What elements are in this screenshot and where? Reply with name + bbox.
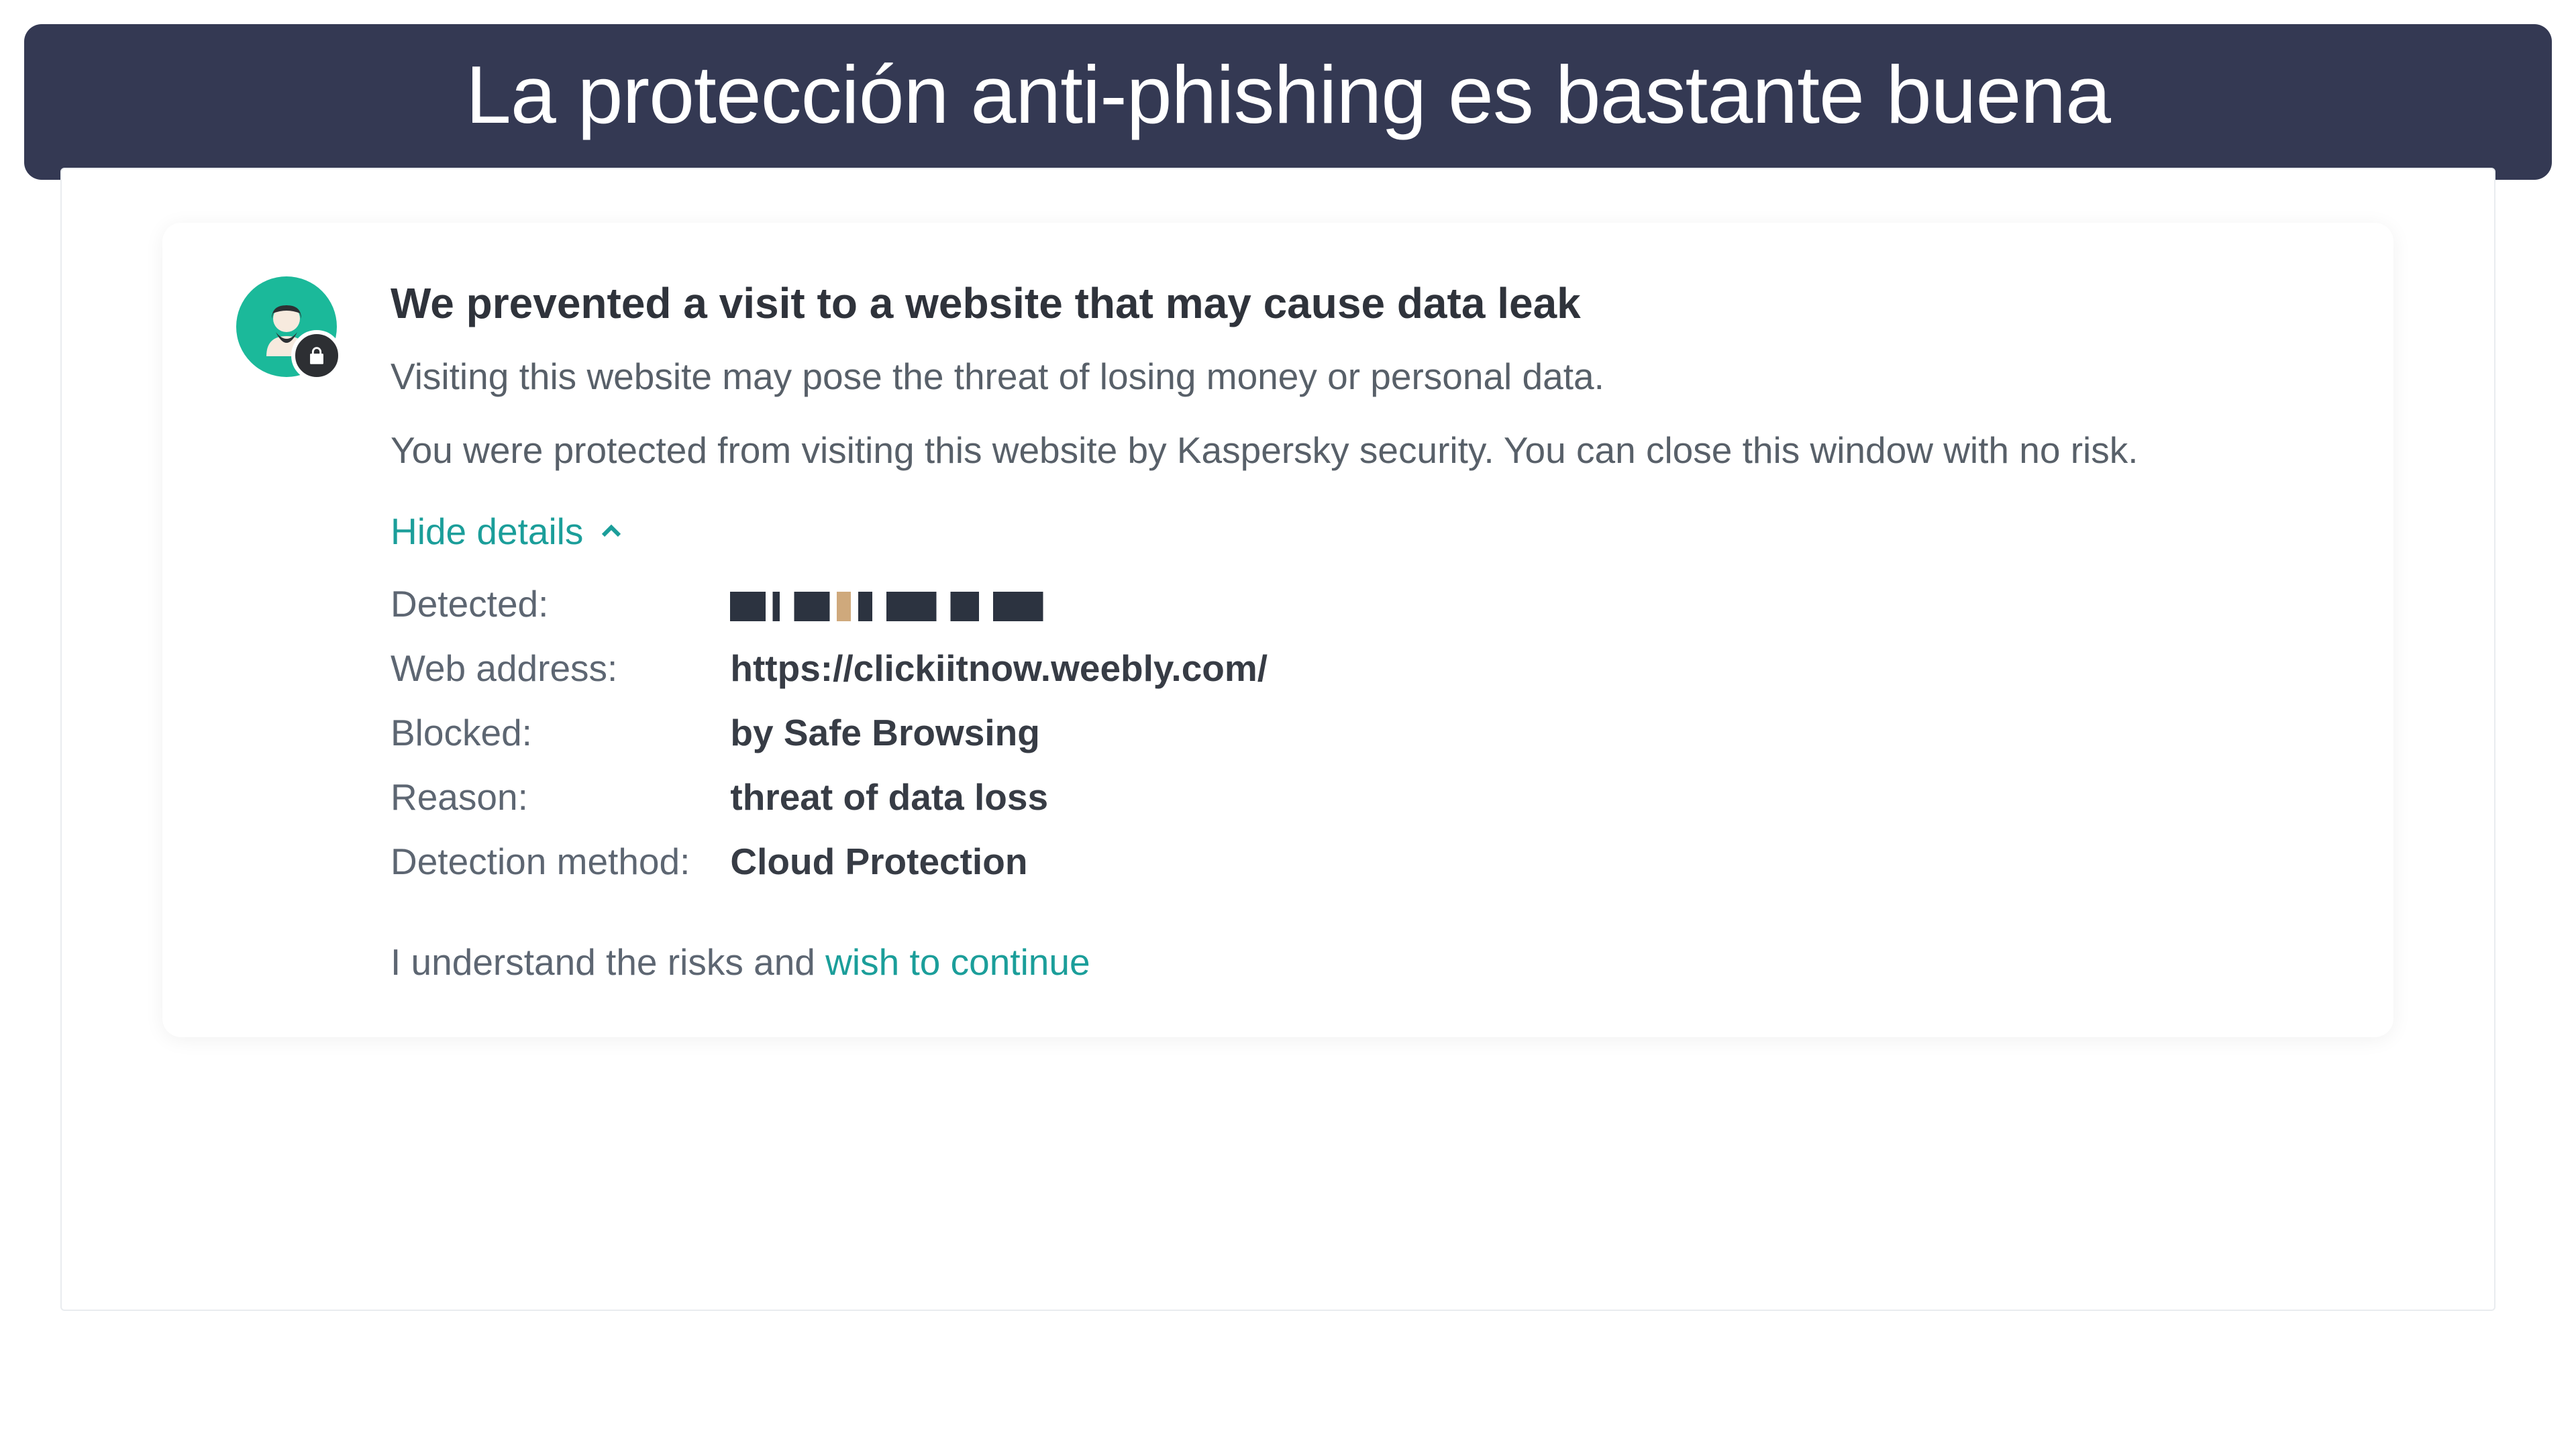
avatar-wrap bbox=[236, 276, 337, 377]
label-method: Detection method: bbox=[391, 829, 730, 894]
detail-row-blocked: Blocked: by Safe Browsing bbox=[391, 700, 1268, 765]
risks-prefix: I understand the risks and bbox=[391, 941, 825, 983]
detail-row-web-address: Web address: https://clickiitnow.weebly.… bbox=[391, 636, 1268, 700]
value-detected bbox=[730, 572, 1268, 636]
notification-panel-outline: We prevented a visit to a website that m… bbox=[60, 168, 2495, 1311]
lock-badge bbox=[291, 330, 342, 381]
redacted-value bbox=[730, 592, 1086, 621]
banner-title: La protección anti-phishing es bastante … bbox=[51, 50, 2525, 140]
chevron-up-icon bbox=[599, 519, 623, 543]
lock-icon bbox=[305, 344, 328, 367]
value-reason: threat of data loss bbox=[730, 765, 1268, 829]
notification-subtitle-2: You were protected from visiting this we… bbox=[391, 424, 2320, 478]
value-method: Cloud Protection bbox=[730, 829, 1268, 894]
detail-row-detected: Detected: bbox=[391, 572, 1268, 636]
details-table: Detected: Web address: https://clickiitn… bbox=[391, 572, 1268, 894]
notification-content: We prevented a visit to a website that m… bbox=[391, 276, 2320, 984]
label-blocked: Blocked: bbox=[391, 700, 730, 765]
label-reason: Reason: bbox=[391, 765, 730, 829]
notification-title: We prevented a visit to a website that m… bbox=[391, 276, 2320, 330]
value-blocked: by Safe Browsing bbox=[730, 700, 1268, 765]
risks-statement: I understand the risks and wish to conti… bbox=[391, 941, 2320, 984]
block-notification-card: We prevented a visit to a website that m… bbox=[162, 223, 2393, 1037]
page-banner: La protección anti-phishing es bastante … bbox=[24, 24, 2552, 180]
toggle-details-button[interactable]: Hide details bbox=[391, 510, 623, 553]
value-web-address: https://clickiitnow.weebly.com/ bbox=[730, 636, 1268, 700]
detail-row-method: Detection method: Cloud Protection bbox=[391, 829, 1268, 894]
toggle-details-label: Hide details bbox=[391, 510, 583, 553]
label-detected: Detected: bbox=[391, 572, 730, 636]
label-web-address: Web address: bbox=[391, 636, 730, 700]
notification-subtitle-1: Visiting this website may pose the threa… bbox=[391, 350, 2320, 404]
detail-row-reason: Reason: threat of data loss bbox=[391, 765, 1268, 829]
wish-to-continue-link[interactable]: wish to continue bbox=[825, 941, 1090, 983]
